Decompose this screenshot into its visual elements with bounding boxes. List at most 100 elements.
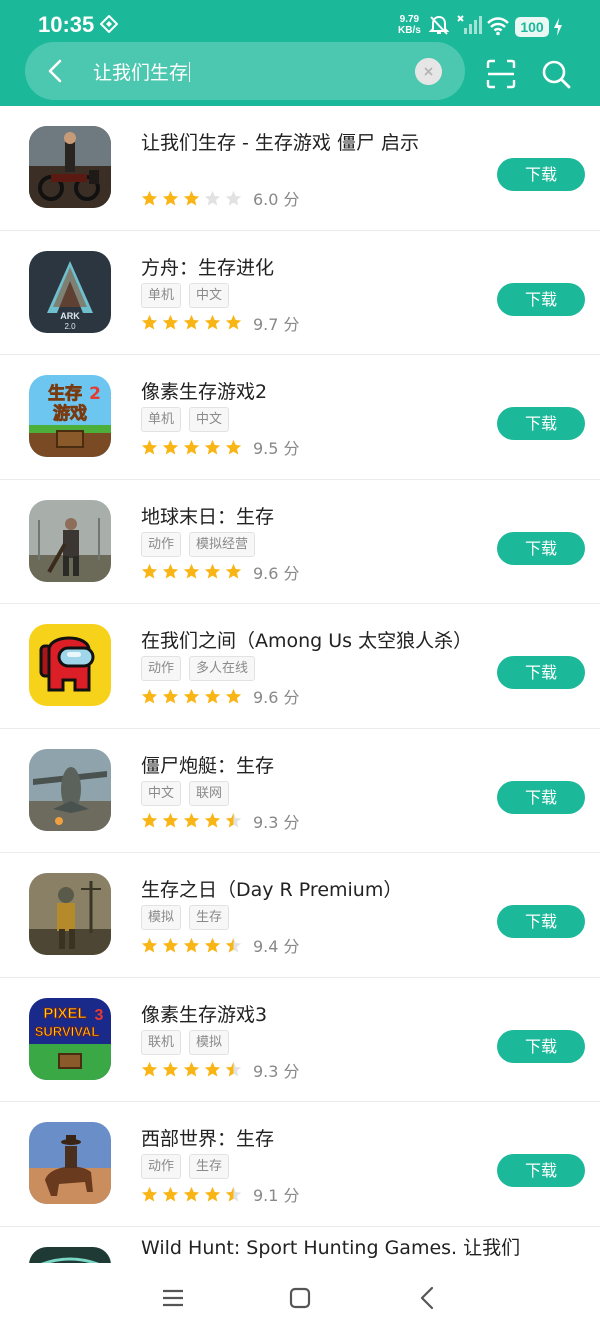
score-value: 9.6 — [253, 563, 279, 583]
app-name[interactable]: 方舟：生存进化 — [141, 253, 274, 280]
tag[interactable]: 模拟 — [189, 1029, 230, 1055]
app-name[interactable]: 像素生存游戏3 — [141, 1000, 267, 1027]
download-button[interactable]: 下载 — [497, 282, 585, 316]
tag[interactable]: 动作 — [141, 1154, 182, 1179]
pixel-survival-2-icon[interactable]: 生存 2 游戏 — [29, 375, 111, 457]
download-button[interactable]: 下载 — [497, 531, 585, 565]
tag[interactable]: 中文 — [189, 407, 230, 432]
download-button[interactable]: 下载 — [497, 905, 585, 938]
tag[interactable]: 模拟 — [141, 905, 182, 930]
list-item[interactable]: ARK 2.0 方舟：生存进化 单机 中文 9.7 分 下载 — [0, 231, 600, 355]
app-name[interactable]: 地球末日：生存 — [141, 502, 274, 529]
tag-list: 联机 模拟 — [141, 1029, 230, 1056]
back-icon[interactable] — [413, 1283, 443, 1313]
survivor-icon[interactable] — [29, 126, 111, 208]
list-item[interactable]: Wild Hunt: Sport Hunting Games. 让我们 — [0, 1227, 600, 1263]
download-button[interactable]: 下载 — [497, 158, 585, 191]
list-item[interactable]: 生存 2 游戏 像素生存游戏2 单机 中文 9.5 分 下载 — [0, 355, 600, 480]
download-button[interactable]: 下载 — [497, 780, 585, 814]
star-icon-full — [225, 688, 242, 703]
search-icon[interactable] — [540, 58, 572, 90]
text-caret — [189, 62, 191, 82]
download-button[interactable]: 下载 — [497, 656, 585, 689]
app-name[interactable]: Wild Hunt: Sport Hunting Games. 让我们 — [141, 1233, 520, 1260]
wifi-icon — [487, 17, 509, 36]
status-time: 10:35 — [38, 12, 95, 37]
tag[interactable]: 中文 — [189, 282, 230, 308]
tag[interactable]: 模拟经营 — [189, 531, 256, 557]
app-name[interactable]: 生存之日（Day R Premium） — [141, 875, 402, 902]
app-score: 9.3 分 — [253, 809, 300, 833]
star-rating — [141, 688, 242, 705]
tag[interactable]: 动作 — [141, 531, 182, 557]
app-name[interactable]: 让我们生存 - 生存游戏 僵尸 启示 — [141, 128, 419, 155]
tag[interactable]: 单机 — [141, 407, 182, 432]
star-icon-half — [225, 812, 242, 828]
icon-text: SURVIVAL — [35, 1024, 100, 1039]
scan-icon[interactable] — [485, 58, 517, 90]
day-r-icon[interactable] — [29, 873, 111, 955]
list-item[interactable]: 僵尸炮艇：生存 中文 联网 9.3 分 下载 — [0, 729, 600, 853]
star-icon-full — [183, 563, 200, 579]
tag-list: 中文 联网 — [141, 780, 230, 807]
tag[interactable]: 多人在线 — [189, 656, 256, 681]
among-us-icon[interactable] — [29, 624, 111, 706]
download-button[interactable]: 下载 — [497, 1029, 585, 1063]
pixel-survival-3-icon[interactable]: PIXEL 3 SURVIVAL — [29, 997, 111, 1080]
download-button[interactable]: 下载 — [497, 407, 585, 440]
tag[interactable]: 中文 — [141, 780, 182, 806]
tag[interactable]: 联网 — [189, 780, 230, 806]
app-name[interactable]: 僵尸炮艇：生存 — [141, 751, 274, 778]
score-unit: 分 — [283, 314, 300, 334]
star-icon-full — [162, 439, 179, 454]
list-item[interactable]: 西部世界：生存 动作 生存 9.1 分 下载 — [0, 1102, 600, 1227]
icon-number: 3 — [95, 1007, 104, 1024]
tag[interactable]: 动作 — [141, 656, 182, 681]
last-day-on-earth-icon[interactable] — [29, 499, 111, 582]
search-input[interactable]: 让我们生存 — [93, 58, 191, 85]
icon-text: PIXEL — [43, 1005, 86, 1022]
menu-icon[interactable] — [158, 1283, 188, 1313]
star-icon-full — [141, 812, 158, 828]
search-results-list[interactable]: 让我们生存 - 生存游戏 僵尸 启示 6.0 分 下载 ARK 2.0 方舟：生… — [0, 106, 600, 1263]
app-rating: 9.3 分 — [141, 810, 300, 832]
app-score: 9.3 分 — [253, 1058, 300, 1082]
ark-logo-text: ARK — [60, 311, 80, 321]
app-name[interactable]: 在我们之间（Among Us 太空狼人杀） — [141, 626, 472, 653]
tag-list: 单机 中文 — [141, 282, 230, 309]
back-arrow-icon[interactable] — [39, 54, 73, 88]
gunship-icon[interactable] — [29, 748, 111, 831]
tag[interactable]: 联机 — [141, 1029, 182, 1055]
wild-hunt-icon[interactable] — [29, 1246, 111, 1263]
list-item[interactable]: 生存之日（Day R Premium） 模拟 生存 9.4 分 下载 — [0, 853, 600, 978]
app-rating: 9.3 分 — [141, 1059, 300, 1081]
search-bar[interactable]: 让我们生存 — [25, 42, 465, 100]
tag[interactable]: 单机 — [141, 282, 182, 308]
ark-icon[interactable]: ARK 2.0 — [29, 250, 111, 333]
app-name[interactable]: 像素生存游戏2 — [141, 377, 267, 404]
star-icon-full — [204, 937, 221, 952]
list-item[interactable]: 在我们之间（Among Us 太空狼人杀） 动作 多人在线 9.6 分 下载 — [0, 604, 600, 729]
star-icon-half — [225, 937, 242, 952]
star-rating — [141, 812, 242, 829]
list-item[interactable]: 让我们生存 - 生存游戏 僵尸 启示 6.0 分 下载 — [0, 106, 600, 231]
list-item[interactable]: PIXEL 3 SURVIVAL 像素生存游戏3 联机 模拟 9.3 分 下载 — [0, 978, 600, 1102]
net-speed-unit: KB/s — [398, 25, 421, 36]
app-name[interactable]: 西部世界：生存 — [141, 1124, 274, 1151]
app-score: 9.6 分 — [253, 560, 300, 584]
tag[interactable]: 生存 — [189, 905, 230, 930]
download-button[interactable]: 下载 — [497, 1154, 585, 1187]
star-icon-full — [183, 688, 200, 703]
home-icon[interactable] — [285, 1283, 315, 1313]
clear-icon[interactable] — [415, 58, 442, 85]
star-rating — [141, 1061, 242, 1078]
score-value: 9.4 — [253, 937, 279, 956]
list-item[interactable]: 地球末日：生存 动作 模拟经营 9.6 分 下载 — [0, 480, 600, 604]
star-icon-full — [204, 1061, 221, 1077]
westland-icon[interactable] — [29, 1122, 111, 1204]
star-icon-full — [141, 439, 158, 454]
star-rating — [141, 190, 242, 207]
tag[interactable]: 生存 — [189, 1154, 230, 1179]
score-value: 9.1 — [253, 1186, 279, 1205]
app-score: 9.4 分 — [253, 933, 300, 957]
